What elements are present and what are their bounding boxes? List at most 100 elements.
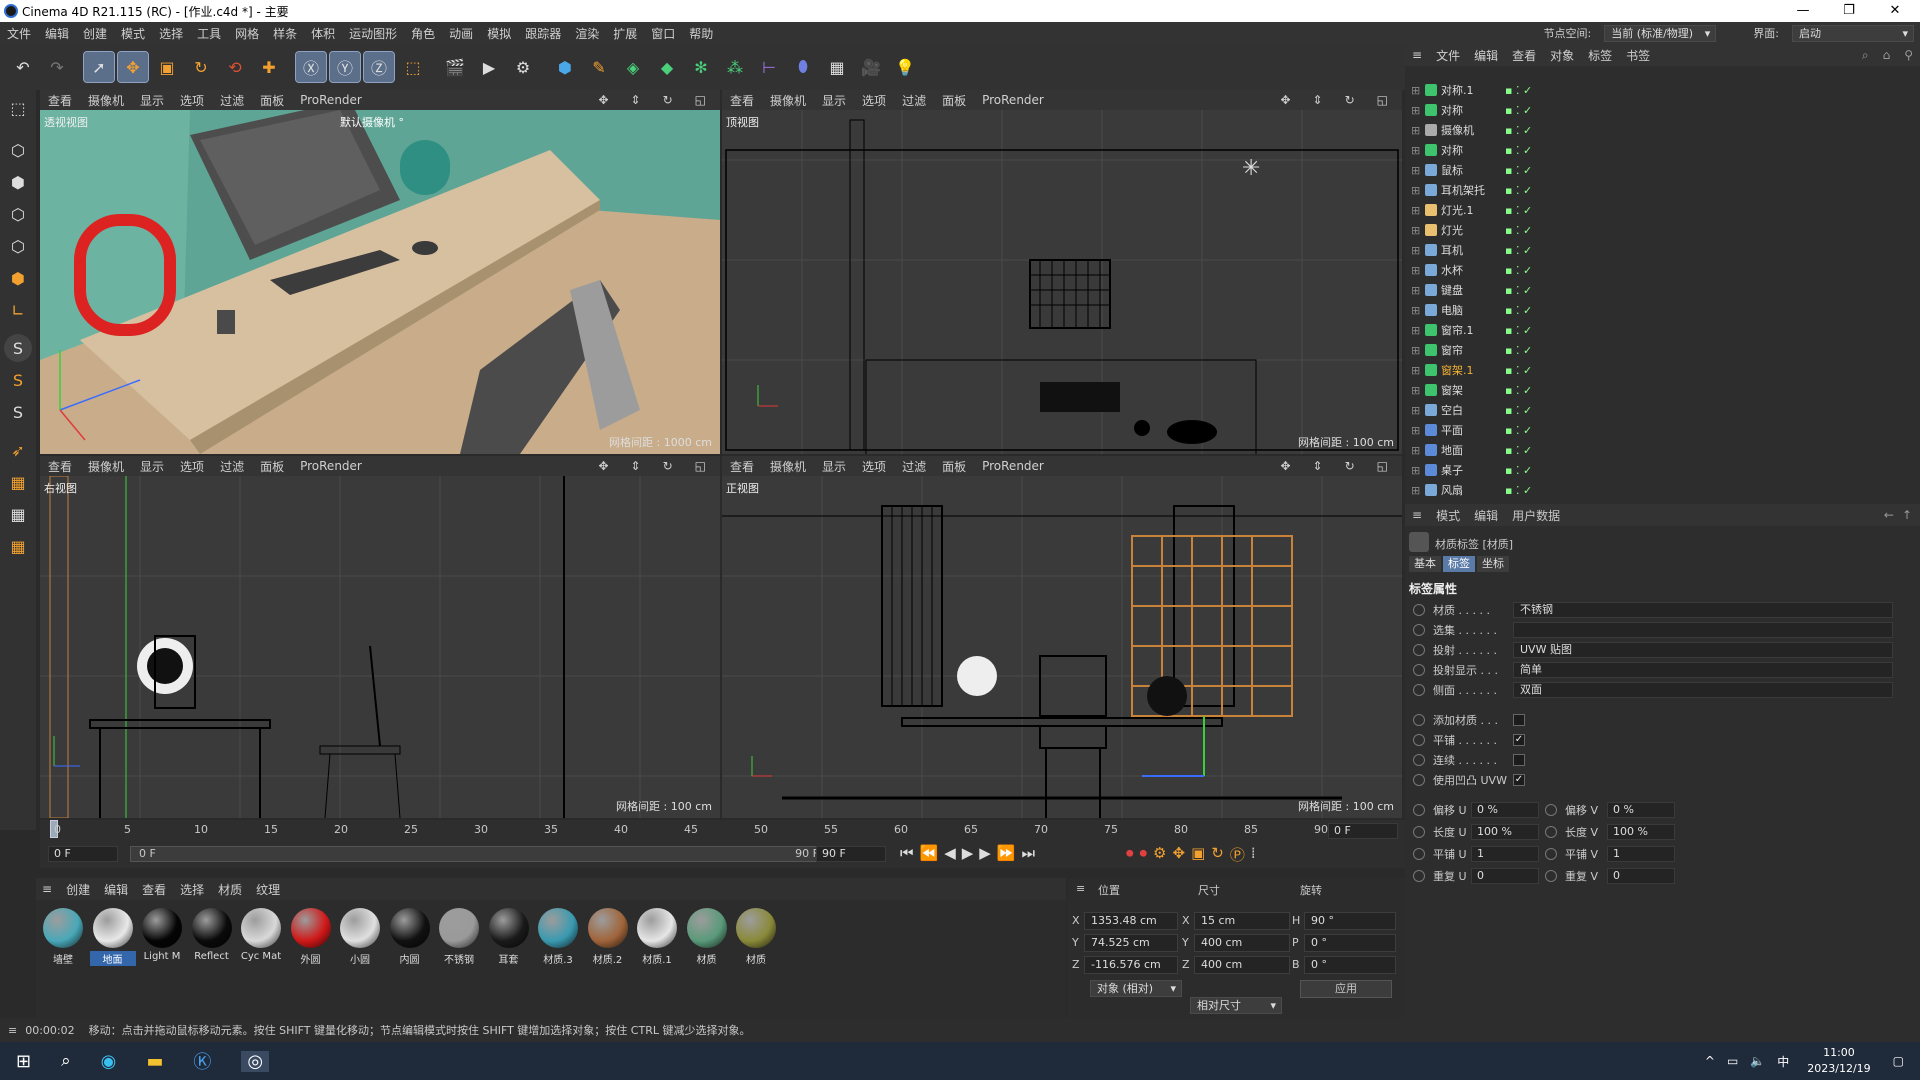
- visibility-flags-icon[interactable]: ▪ ⁚ ✓: [1505, 264, 1532, 277]
- deformer-icon[interactable]: ⊢: [754, 52, 784, 82]
- visibility-flags-icon[interactable]: ▪ ⁚ ✓: [1505, 144, 1532, 157]
- material-swatch[interactable]: 材质: [733, 908, 779, 972]
- redo-icon[interactable]: ↷: [42, 52, 72, 82]
- menu-create[interactable]: 创建: [76, 25, 114, 42]
- expand-icon[interactable]: ⊞: [1411, 304, 1420, 317]
- visibility-flags-icon[interactable]: ▪ ⁚ ✓: [1505, 424, 1532, 437]
- grid-icon[interactable]: ▦: [4, 500, 32, 528]
- hamburger-icon[interactable]: ≡: [1412, 508, 1422, 522]
- object-name[interactable]: 窗架.1: [1441, 362, 1474, 378]
- object-row[interactable]: ⊞ 风扇 ▪ ⁚ ✓: [1405, 480, 1895, 500]
- object-row[interactable]: ⊞ 电脑 ▪ ⁚ ✓: [1405, 300, 1895, 320]
- home-icon[interactable]: ⌂: [1883, 48, 1891, 62]
- length-v-field[interactable]: 100 %: [1607, 824, 1675, 840]
- light-icon[interactable]: 💡: [890, 52, 920, 82]
- menu-tracker[interactable]: 跟踪器: [518, 25, 568, 42]
- viewport-perspective[interactable]: 查看 摄像机 显示 选项 过滤 面板 ProRender ✥ ⇕ ↻ ◱ 透视视图 默…: [40, 90, 720, 454]
- material-swatch[interactable]: 小圆: [337, 908, 383, 972]
- object-name[interactable]: 窗帘.1: [1441, 322, 1474, 338]
- dolly-icon[interactable]: ⇕: [1313, 459, 1323, 473]
- recent-tools-icon[interactable]: ⟲: [220, 52, 250, 82]
- expand-icon[interactable]: ⊞: [1411, 184, 1420, 197]
- rot-b-field[interactable]: 0 °: [1304, 956, 1396, 974]
- mat-menu-select[interactable]: 选择: [180, 881, 204, 898]
- vp-menu-view[interactable]: 查看: [48, 458, 72, 475]
- node-space-dropdown[interactable]: 当前 (标准/物理): [1604, 24, 1717, 42]
- cinema4d-taskbar-icon[interactable]: ◎: [241, 1050, 270, 1072]
- visibility-flags-icon[interactable]: ▪ ⁚ ✓: [1505, 464, 1532, 477]
- object-row[interactable]: ⊞ 鼠标 ▪ ⁚ ✓: [1405, 160, 1895, 180]
- dolly-icon[interactable]: ⇕: [631, 459, 641, 473]
- menu-animate[interactable]: 动画: [442, 25, 480, 42]
- object-name[interactable]: 平面: [1441, 422, 1463, 438]
- move-tool-icon[interactable]: ✥: [117, 51, 149, 83]
- material-swatch[interactable]: 材质.3: [535, 908, 581, 972]
- vp-menu-camera[interactable]: 摄像机: [770, 92, 806, 109]
- object-name[interactable]: 键盘: [1441, 282, 1463, 298]
- vp-menu-filter[interactable]: 过滤: [220, 92, 244, 109]
- record-icon[interactable]: ⏺: [1126, 844, 1134, 865]
- vp-menu-camera[interactable]: 摄像机: [88, 458, 124, 475]
- pan-icon[interactable]: ✥: [1280, 93, 1290, 107]
- material-swatch[interactable]: 耳套: [486, 908, 532, 972]
- vp-menu-filter[interactable]: 过滤: [902, 458, 926, 475]
- vp-menu-options[interactable]: 选项: [180, 458, 204, 475]
- material-swatch[interactable]: 外圆: [288, 908, 334, 972]
- clock[interactable]: 11:00 2023/12/19: [1807, 1045, 1870, 1077]
- hamburger-icon[interactable]: ≡: [1076, 882, 1085, 895]
- expand-icon[interactable]: ⊞: [1411, 264, 1420, 277]
- object-row[interactable]: ⊞ 地面 ▪ ⁚ ✓: [1405, 440, 1895, 460]
- rot-h-field[interactable]: 90 °: [1304, 912, 1396, 930]
- object-row[interactable]: ⊞ 空白 ▪ ⁚ ✓: [1405, 400, 1895, 420]
- goto-end-icon[interactable]: ⏭: [1022, 844, 1036, 862]
- repeat-v-field[interactable]: 0: [1607, 868, 1675, 884]
- add-tool-icon[interactable]: ✚: [254, 52, 284, 82]
- material-swatch[interactable]: Light M: [139, 908, 185, 972]
- dolly-icon[interactable]: ⇕: [1313, 93, 1323, 107]
- vp-menu-options[interactable]: 选项: [862, 92, 886, 109]
- object-row[interactable]: ⊞ 平面 ▪ ⁚ ✓: [1405, 420, 1895, 440]
- model-mode-icon[interactable]: ⬡: [4, 136, 32, 164]
- bump-uvw-checkbox[interactable]: ✓: [1513, 774, 1525, 786]
- expand-icon[interactable]: ⊞: [1411, 464, 1420, 477]
- expand-icon[interactable]: ⊞: [1411, 224, 1420, 237]
- windows-start-icon[interactable]: ⊞: [16, 1051, 31, 1072]
- orbit-icon[interactable]: ↻: [663, 93, 673, 107]
- camera-icon[interactable]: 🎥: [856, 52, 886, 82]
- visibility-flags-icon[interactable]: ▪ ⁚ ✓: [1505, 84, 1532, 97]
- menu-character[interactable]: 角色: [404, 25, 442, 42]
- cube-icon[interactable]: ⬢: [550, 52, 580, 82]
- app-k-icon[interactable]: Ⓚ: [193, 1048, 211, 1074]
- expand-icon[interactable]: ⊞: [1411, 344, 1420, 357]
- maximize-icon[interactable]: ◱: [695, 459, 706, 473]
- z-axis-lock-icon[interactable]: Ⓩ: [363, 51, 395, 83]
- continuous-checkbox[interactable]: [1513, 754, 1525, 766]
- prev-frame-icon[interactable]: ◀: [944, 844, 956, 862]
- obj-menu-edit[interactable]: 编辑: [1474, 47, 1498, 64]
- material-swatch[interactable]: 材质: [684, 908, 730, 972]
- tile-checkbox[interactable]: ✓: [1513, 734, 1525, 746]
- expand-icon[interactable]: ⊞: [1411, 364, 1420, 377]
- hamburger-icon[interactable]: ≡: [8, 1024, 17, 1037]
- notification-icon[interactable]: ▢: [1893, 1054, 1904, 1068]
- cloner-icon[interactable]: ✻: [686, 52, 716, 82]
- pan-icon[interactable]: ✥: [598, 459, 608, 473]
- tiles-u-field[interactable]: 1: [1471, 846, 1539, 862]
- size-y-field[interactable]: 400 cm: [1194, 934, 1290, 952]
- coord-mode-dropdown[interactable]: 对象 (相对): [1090, 980, 1182, 997]
- expand-icon[interactable]: ⊞: [1411, 164, 1420, 177]
- menu-help[interactable]: 帮助: [682, 25, 720, 42]
- ime-indicator[interactable]: 中: [1777, 1053, 1789, 1070]
- visibility-flags-icon[interactable]: ▪ ⁚ ✓: [1505, 364, 1532, 377]
- menu-mode[interactable]: 模式: [114, 25, 152, 42]
- pla-key-icon[interactable]: ⁞: [1251, 844, 1256, 865]
- object-name[interactable]: 风扇: [1441, 482, 1463, 498]
- points-mode-icon[interactable]: ⬡: [4, 200, 32, 228]
- vp-menu-options[interactable]: 选项: [862, 458, 886, 475]
- minimize-icon[interactable]: —: [1780, 0, 1826, 22]
- coordinate-system-icon[interactable]: ⬚: [398, 52, 428, 82]
- tray-chevron-icon[interactable]: ^: [1705, 1054, 1715, 1068]
- side-dropdown[interactable]: 双面: [1513, 682, 1893, 698]
- workplane-icon[interactable]: ▦: [4, 468, 32, 496]
- object-row[interactable]: ⊞ 耳机 ▪ ⁚ ✓: [1405, 240, 1895, 260]
